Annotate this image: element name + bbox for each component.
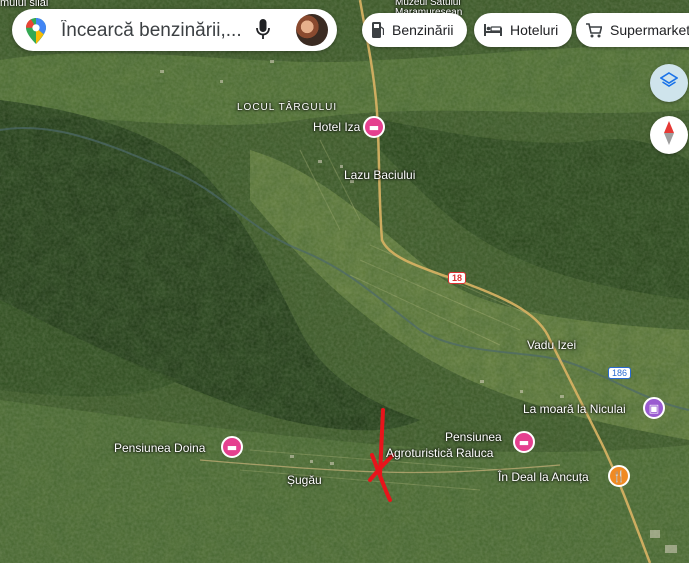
place-label-la-moara-la-niculai[interactable]: La moară la Niculai (523, 402, 626, 416)
hotel-pin-icon[interactable]: ▬ (221, 436, 243, 458)
compass-button[interactable] (650, 116, 688, 154)
place-label-pensiunea[interactable]: Pensiunea (445, 430, 502, 444)
chip-gas-stations[interactable]: Benzinării (362, 13, 468, 47)
layers-icon (659, 71, 679, 95)
chip-hotels-label: Hoteluri (510, 22, 559, 38)
road-shield-186: 186 (608, 367, 632, 379)
chip-supermarkets-label: Supermarketu (610, 22, 689, 38)
place-label-hotel-iza[interactable]: Hotel Iza (313, 120, 360, 134)
chip-supermarkets[interactable]: Supermarketu (576, 13, 689, 47)
search-bar[interactable] (12, 9, 337, 53)
attraction-pin-icon[interactable]: ▣ (643, 397, 665, 419)
compass-icon (664, 120, 674, 150)
microphone-icon[interactable] (256, 19, 270, 46)
place-label-in-deal-la-ancuta[interactable]: În Deal la Ancuța (498, 470, 589, 484)
place-label-locul-targului: LOCUL TÂRGULUI (237, 102, 338, 113)
search-input[interactable] (59, 9, 253, 53)
chip-hotels[interactable]: Hoteluri (474, 13, 573, 47)
layers-button[interactable] (650, 64, 688, 102)
place-label-sugau[interactable]: Șugău (287, 473, 322, 487)
chip-gas-stations-label: Benzinării (392, 22, 454, 38)
hotel-pin-icon[interactable]: ▬ (363, 116, 385, 138)
place-label-agroturistica-raluca[interactable]: Agroturistică Raluca (386, 446, 493, 460)
road-shield-18: 18 (448, 272, 467, 284)
google-maps-pin-icon (26, 18, 46, 49)
gas-station-icon (372, 22, 384, 38)
place-label-vadu-izei[interactable]: Vadu Izei (527, 338, 576, 352)
place-label-pensiunea-doina[interactable]: Pensiunea Doina (114, 441, 205, 455)
hotel-pin-icon[interactable]: ▬ (513, 431, 535, 453)
shopping-cart-icon (586, 22, 602, 38)
partial-label-top-left: mului silai (0, 0, 49, 9)
restaurant-pin-icon[interactable]: 🍴 (608, 465, 630, 487)
avatar[interactable] (296, 14, 328, 46)
place-label-lazu-baciului[interactable]: Lazu Baciului (344, 168, 415, 182)
bed-icon (484, 24, 502, 36)
